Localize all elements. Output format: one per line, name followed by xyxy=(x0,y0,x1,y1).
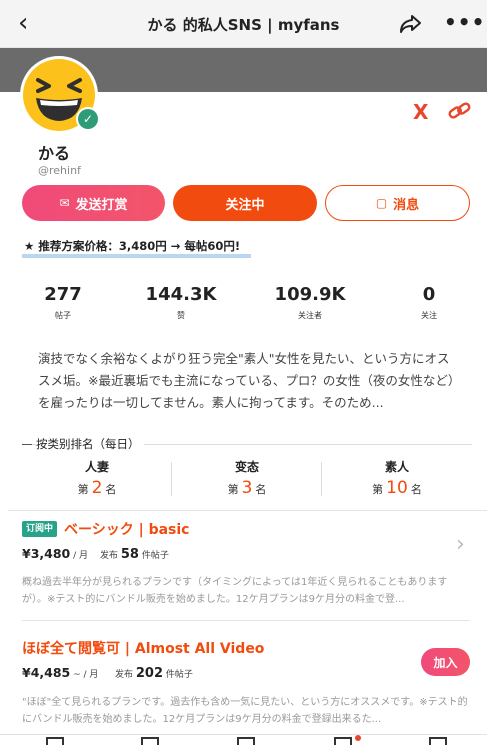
profile-name: かる xyxy=(38,144,71,163)
home-icon[interactable] xyxy=(46,737,64,745)
more-icon[interactable]: ••• xyxy=(444,10,485,34)
plan-post-count: 发布 58 件帖子 xyxy=(100,547,169,562)
plan-description: 概ね過去半年分が見られるプランです（タイミングによっては1年近く見られることもあ… xyxy=(22,577,448,605)
stat-number: 277 xyxy=(44,284,82,305)
rank-position: 第 10 名 xyxy=(372,478,422,498)
stat-label: 关注者 xyxy=(298,311,322,320)
share-icon[interactable] xyxy=(398,12,424,36)
rank-category: 人妻 xyxy=(84,460,109,474)
subscribed-badge: 订阅中 xyxy=(22,521,58,537)
rank-item[interactable]: 人妻 第2名 xyxy=(22,458,172,498)
message-label: 消息 xyxy=(393,197,420,213)
following-button[interactable]: 关注中 xyxy=(173,185,317,221)
recommended-price-text: 推荐方案价格：3,480円 → 每帖60円! xyxy=(38,239,241,253)
rank-item[interactable]: 变态 第3名 xyxy=(172,458,322,498)
profile-handle: @rehinf xyxy=(38,164,81,177)
notification-dot xyxy=(355,735,361,741)
promo-underline xyxy=(22,254,251,258)
divider xyxy=(8,510,487,511)
plan-price: ¥4,485 ~ / 月 xyxy=(22,665,99,680)
stat-label: 赞 xyxy=(177,311,185,320)
rank-position: 第3名 xyxy=(227,478,267,498)
profile-icon[interactable] xyxy=(429,737,447,745)
plan-title[interactable]: ほぼ全て閲覧可 | Almost All Video xyxy=(22,638,264,658)
x-social-icon[interactable]: X xyxy=(413,100,428,124)
chevron-right-icon[interactable]: › xyxy=(456,532,465,557)
stat-number: 0 xyxy=(422,284,436,305)
stat-followers[interactable]: 109.9K 关注者 xyxy=(265,284,355,321)
stat-number: 144.3K xyxy=(145,284,217,305)
stat-likes[interactable]: 144.3K 赞 xyxy=(136,284,226,321)
stat-following[interactable]: 0 关注 xyxy=(384,284,474,321)
send-tip-label: 发送打赏 xyxy=(75,197,128,213)
send-tip-button[interactable]: ✉ 发送打赏 xyxy=(22,185,165,221)
bottom-nav xyxy=(0,734,487,745)
profile-bio[interactable]: 演技でなく余裕なくよがり狂う完全"素人"女性を見たい、という方にオススメ垢。※最… xyxy=(38,348,458,414)
message-icon: ▢ xyxy=(375,196,388,210)
stat-label: 关注 xyxy=(421,311,437,320)
divider xyxy=(22,620,470,621)
check-badge-icon: ✓ xyxy=(78,109,98,129)
plan-description: "ほぼ"全て見られるプランです。過去作も含め一気に見たい、という方にオススメです… xyxy=(22,697,468,725)
star-nav-icon[interactable] xyxy=(141,737,159,745)
message-button[interactable]: ▢ 消息 xyxy=(325,185,470,221)
ranking-header: 按类别排名（每日） xyxy=(22,436,472,452)
join-plan-button[interactable]: 加入 xyxy=(421,648,470,676)
rank-category: 素人 xyxy=(384,460,409,474)
following-label: 关注中 xyxy=(225,197,265,213)
ranking-title: 按类别排名（每日） xyxy=(36,436,144,452)
plan-price: ¥3,480 / 月 xyxy=(22,546,89,561)
rank-position: 第2名 xyxy=(77,478,117,498)
ranking-row: 人妻 第2名 变态 第3名 素人 第 10 名 xyxy=(22,458,472,502)
stats-row: 277 帖子 144.3K 赞 109.9K 关注者 0 关注 xyxy=(22,284,470,324)
stat-number: 109.9K xyxy=(274,284,346,305)
plan-title[interactable]: ベーシック | basic xyxy=(64,519,189,539)
link-icon[interactable] xyxy=(447,100,473,122)
stat-label: 帖子 xyxy=(55,311,71,320)
crown-icon[interactable] xyxy=(237,737,255,745)
rank-item[interactable]: 素人 第 10 名 xyxy=(322,458,472,498)
top-bar: ‹ かる 的私人SNS | myfans ••• xyxy=(0,0,487,48)
messages-icon[interactable] xyxy=(334,737,352,745)
star-icon: ★ xyxy=(24,239,35,253)
rank-category: 变态 xyxy=(234,460,259,474)
gift-icon: ✉ xyxy=(59,196,70,210)
plan-post-count: 发布 202 件帖子 xyxy=(115,666,193,681)
divider-tick xyxy=(22,444,32,445)
verified-badge: ✓ xyxy=(76,107,100,131)
stat-posts[interactable]: 277 帖子 xyxy=(18,284,108,321)
